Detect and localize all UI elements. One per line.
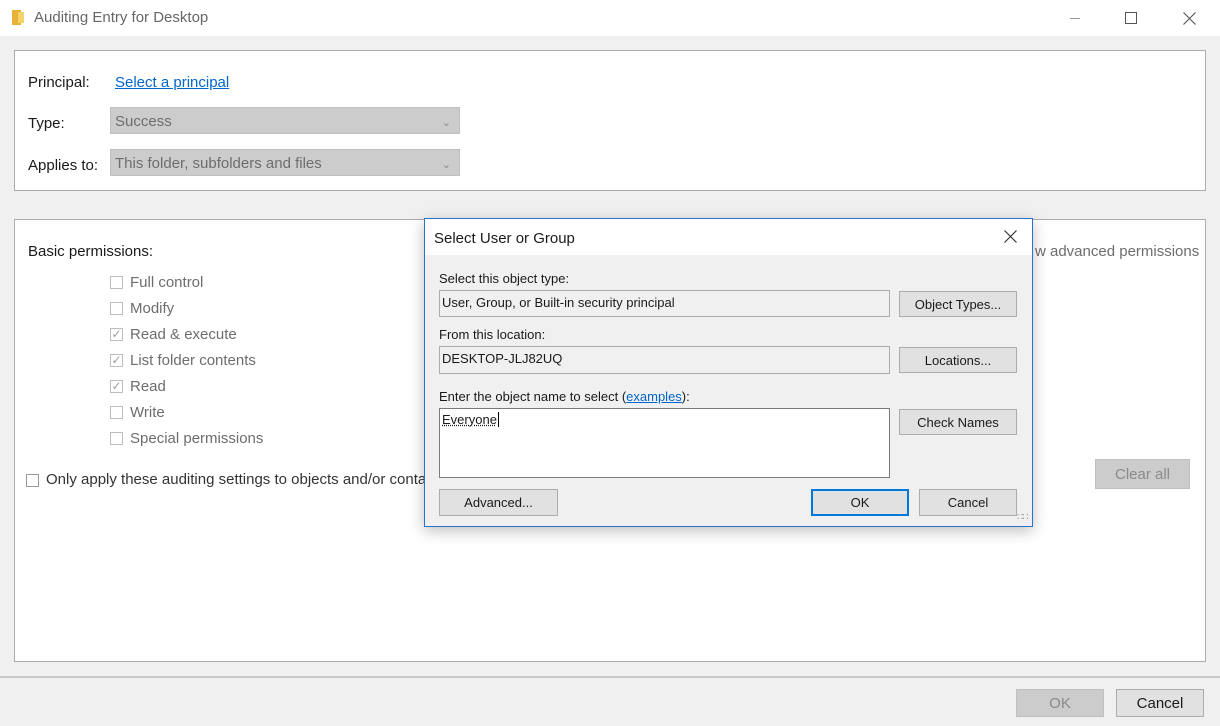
dialog-cancel-button[interactable]: Cancel (919, 489, 1017, 516)
folder-icon (12, 10, 24, 25)
chevron-down-icon: ⌄ (441, 159, 451, 171)
chevron-down-icon: ⌄ (441, 117, 451, 129)
basic-permissions-heading: Basic permissions: (28, 243, 154, 260)
minimize-icon (1070, 17, 1080, 19)
advanced-button[interactable]: Advanced... (439, 489, 558, 516)
object-name-value: Everyone (442, 412, 497, 427)
location-field: DESKTOP-JLJ82UQ (439, 346, 890, 374)
check-names-button[interactable]: Check Names (899, 409, 1017, 435)
permission-label: Special permissions (130, 430, 264, 447)
enter-label-suffix: ): (681, 389, 690, 404)
enter-object-name-label: Enter the object name to select (example… (439, 389, 690, 404)
show-advanced-permissions-link[interactable]: w advanced permissions (1035, 243, 1199, 260)
object-name-input[interactable]: Everyone (439, 408, 890, 478)
clear-all-button[interactable]: Clear all (1095, 459, 1190, 489)
location-label: From this location: (439, 327, 546, 342)
cancel-button[interactable]: Cancel (1116, 689, 1204, 717)
permission-checkbox-checked[interactable]: ✓ (110, 354, 123, 367)
close-icon[interactable] (1004, 230, 1017, 243)
footer-divider (0, 676, 1220, 678)
minimize-button[interactable] (1046, 0, 1104, 36)
maximize-icon (1125, 12, 1137, 24)
examples-link[interactable]: examples (626, 389, 682, 404)
select-user-or-group-dialog: Select User or Group Select this object … (424, 218, 1033, 527)
enter-label-prefix: Enter the object name to select ( (439, 389, 627, 404)
only-apply-checkbox[interactable] (26, 474, 39, 487)
object-types-button[interactable]: Object Types... (899, 291, 1017, 317)
applies-to-dropdown[interactable]: This folder, subfolders and files ⌄ (110, 149, 460, 176)
object-type-field: User, Group, or Built-in security princi… (439, 290, 890, 317)
permission-label: Modify (130, 300, 175, 317)
permission-label: Read & execute (130, 326, 237, 343)
type-label: Type: (28, 115, 65, 132)
ok-button[interactable]: OK (1016, 689, 1104, 717)
close-icon (1182, 11, 1196, 25)
object-type-label: Select this object type: (439, 271, 570, 286)
title-bar: Auditing Entry for Desktop (0, 0, 1220, 36)
principal-label: Principal: (28, 74, 90, 91)
text-cursor (497, 412, 499, 427)
permission-label: Full control (130, 274, 204, 291)
permission-checkbox[interactable] (110, 276, 123, 289)
dialog-title-bar: Select User or Group (425, 219, 1032, 255)
permission-checkbox[interactable] (110, 302, 123, 315)
permission-label: List folder contents (130, 352, 256, 369)
applies-to-dropdown-value: This folder, subfolders and files (115, 155, 322, 172)
only-apply-label: Only apply these auditing settings to ob… (46, 471, 427, 488)
permission-checkbox-checked[interactable]: ✓ (110, 380, 123, 393)
maximize-button[interactable] (1102, 0, 1160, 36)
principal-panel: Principal: Select a principal Type: Succ… (14, 50, 1206, 191)
resize-grip-icon[interactable]: ∷∷ (1017, 512, 1029, 523)
dialog-title: Select User or Group (434, 230, 575, 247)
applies-to-label: Applies to: (28, 157, 99, 174)
window-title: Auditing Entry for Desktop (34, 9, 209, 26)
permission-checkbox[interactable] (110, 406, 123, 419)
type-dropdown[interactable]: Success ⌄ (110, 107, 460, 134)
select-principal-link[interactable]: Select a principal (115, 74, 229, 91)
permission-checkbox[interactable] (110, 432, 123, 445)
close-button[interactable] (1160, 0, 1218, 36)
permission-label: Write (130, 404, 165, 421)
dialog-ok-button[interactable]: OK (811, 489, 909, 516)
type-dropdown-value: Success (115, 113, 172, 130)
permission-label: Read (130, 378, 166, 395)
locations-button[interactable]: Locations... (899, 347, 1017, 373)
permission-checkbox-checked[interactable]: ✓ (110, 328, 123, 341)
